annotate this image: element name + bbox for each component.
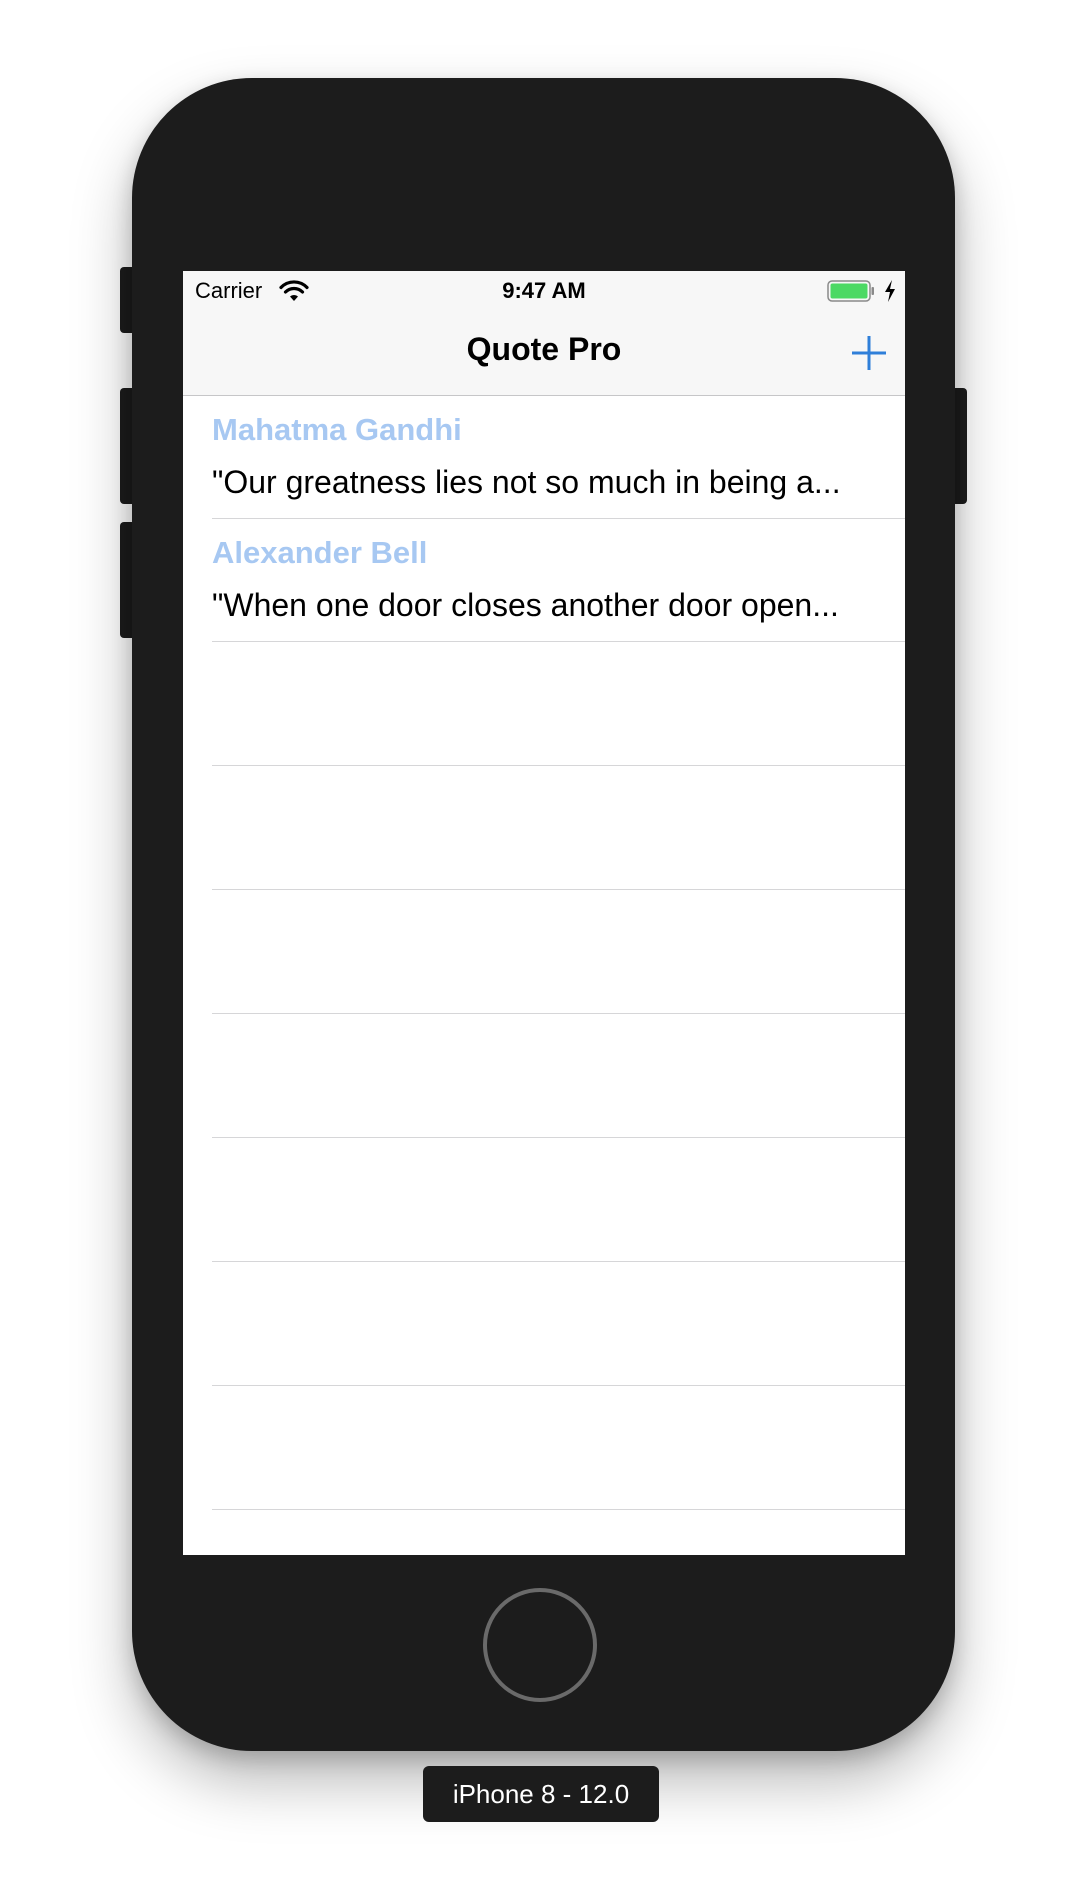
empty-table-row <box>212 1386 905 1510</box>
empty-table-row <box>212 766 905 890</box>
empty-table-row <box>212 1510 905 1555</box>
battery-icon <box>827 280 874 302</box>
simulator-stage: Carrier 9:47 AM Quote Pro Mahatma Gandhi… <box>0 0 1088 1900</box>
charging-bolt-icon <box>885 280 895 302</box>
empty-table-row <box>212 890 905 1014</box>
nav-title: Quote Pro <box>466 331 622 367</box>
quote-author: Alexander Bell <box>212 535 428 570</box>
navigation-bar: Quote Pro <box>183 311 905 396</box>
empty-table-row <box>212 1138 905 1262</box>
plus-icon <box>852 336 886 370</box>
device-name-label: iPhone 8 - 12.0 <box>423 1766 659 1822</box>
quote-author: Mahatma Gandhi <box>212 412 462 447</box>
empty-table-row <box>212 642 905 766</box>
empty-table-row <box>212 1262 905 1386</box>
quote-text: "When one door closes another door open.… <box>212 587 839 623</box>
quote-cell[interactable]: Alexander Bell "When one door closes ano… <box>212 519 905 642</box>
home-button[interactable] <box>483 1588 597 1702</box>
quote-cell[interactable]: Mahatma Gandhi "Our greatness lies not s… <box>212 396 905 519</box>
status-bar: Carrier 9:47 AM <box>183 271 905 311</box>
quotes-table: Mahatma Gandhi "Our greatness lies not s… <box>183 396 905 1555</box>
add-quote-button[interactable] <box>847 331 891 375</box>
status-time: 9:47 AM <box>502 278 586 303</box>
app-screen: Carrier 9:47 AM Quote Pro Mahatma Gandhi… <box>183 271 905 1555</box>
quote-text: "Our greatness lies not so much in being… <box>212 464 841 500</box>
empty-table-row <box>212 1014 905 1138</box>
